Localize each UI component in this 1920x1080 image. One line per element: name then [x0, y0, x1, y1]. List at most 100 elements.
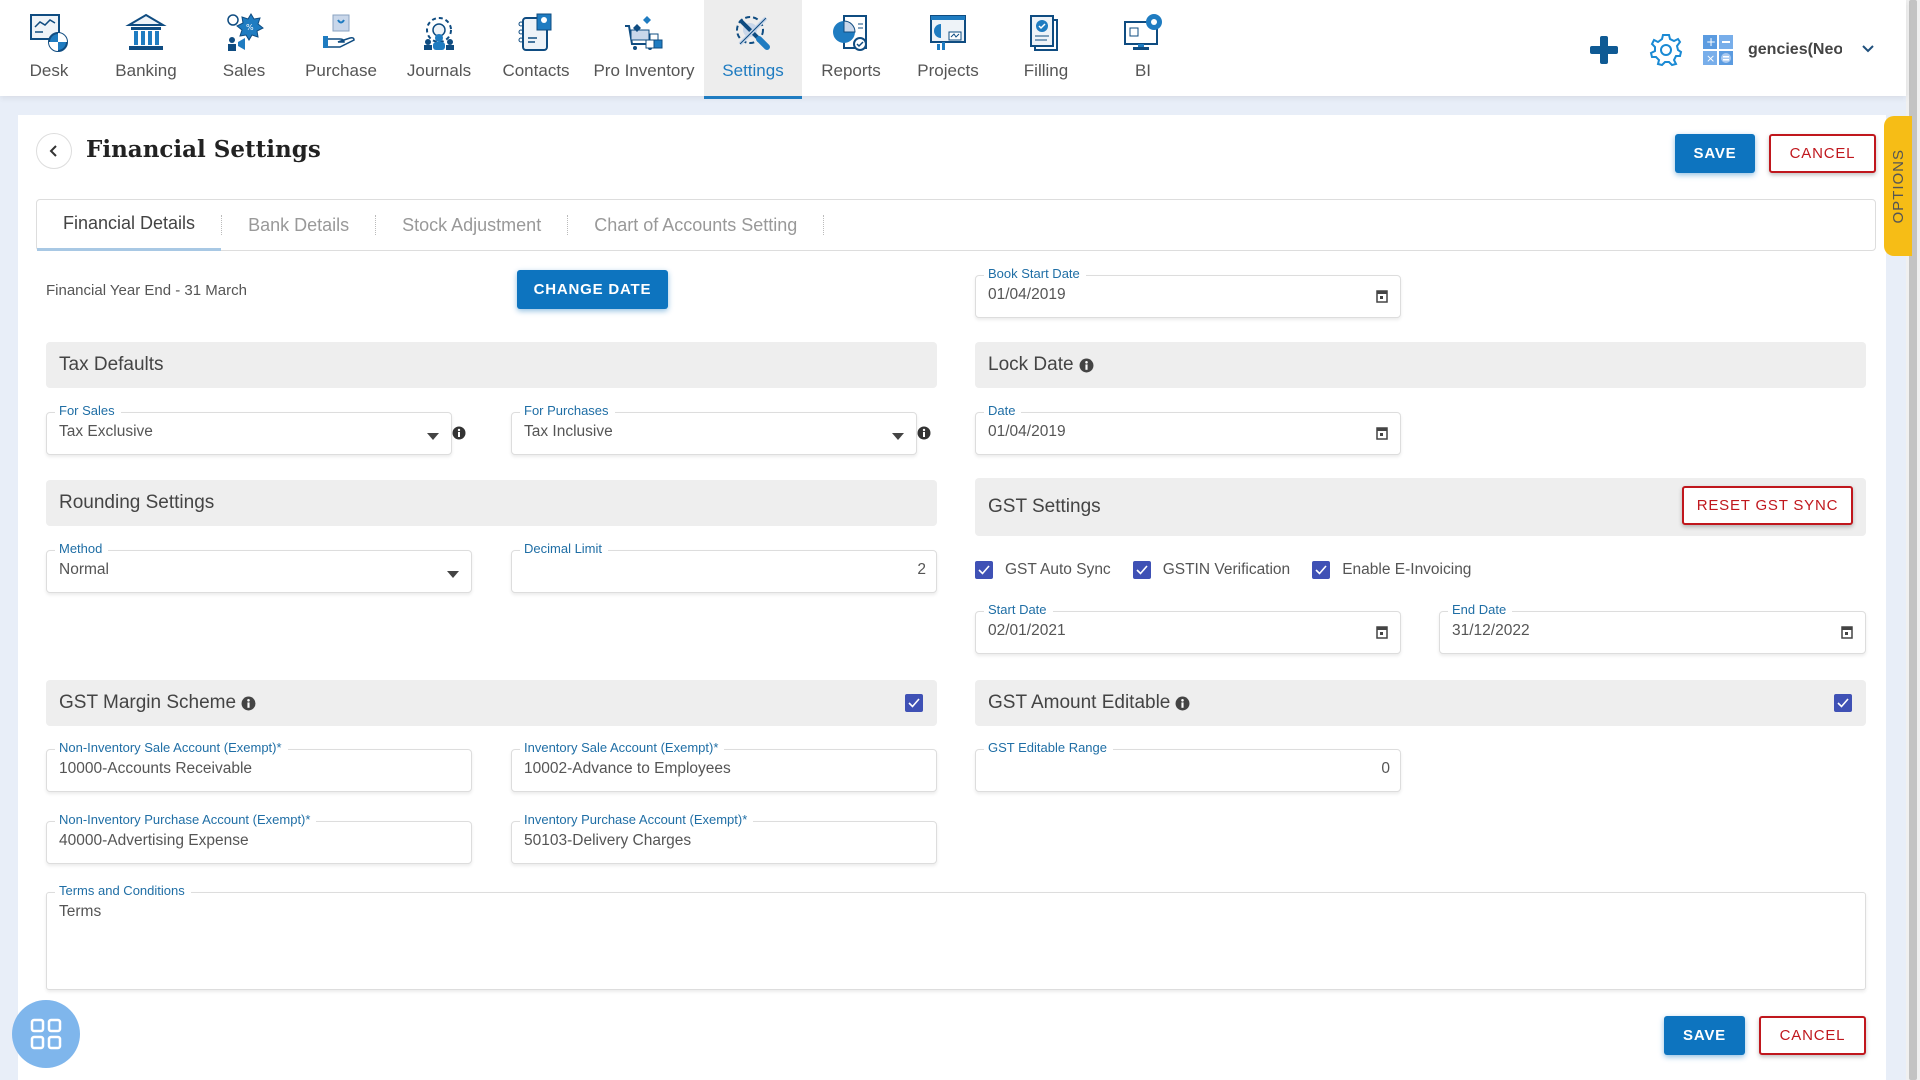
- chevron-down-icon[interactable]: [1858, 41, 1878, 59]
- reset-gst-sync-button[interactable]: RESET GST SYNC: [1682, 486, 1853, 525]
- tab-bank-details[interactable]: Bank Details: [222, 199, 375, 251]
- cancel-button-top[interactable]: CANCEL: [1769, 134, 1876, 173]
- save-button-top[interactable]: SAVE: [1675, 134, 1755, 173]
- for-purchases-select[interactable]: For Purchases Tax Inclusive: [511, 403, 917, 455]
- save-button-bottom[interactable]: SAVE: [1664, 1016, 1745, 1055]
- gstin-verification-checkbox[interactable]: [1132, 561, 1151, 579]
- nav-label: Banking: [115, 61, 177, 80]
- nav-item-filling[interactable]: Filling: [997, 0, 1095, 99]
- nav-label: Desk: [29, 61, 69, 80]
- svg-text:+: +: [1706, 35, 1716, 49]
- decimal-limit-field[interactable]: Decimal Limit 2: [511, 541, 937, 593]
- reports-icon: [828, 10, 874, 56]
- tab-stock-adjustment[interactable]: Stock Adjustment: [376, 199, 567, 251]
- info-icon[interactable]: [241, 696, 256, 711]
- rounding-method-select[interactable]: Method Normal: [46, 541, 472, 593]
- terms-and-conditions-textarea[interactable]: Terms and Conditions Terms: [46, 883, 1866, 990]
- nav-item-banking[interactable]: Banking: [97, 0, 195, 99]
- settings-icon: [730, 10, 776, 56]
- calendar-icon[interactable]: [1376, 289, 1388, 308]
- tax-defaults-title: Tax Defaults: [59, 354, 164, 375]
- nav-item-sales[interactable]: % Sales: [195, 0, 293, 99]
- tab-financial-details[interactable]: Financial Details: [37, 199, 222, 251]
- book-start-date-field[interactable]: Book Start Date 01/04/2019: [975, 266, 1401, 318]
- for-sales-value: Tax Exclusive: [59, 423, 153, 440]
- tab-chart-of-accounts-setting[interactable]: Chart of Accounts Setting: [568, 199, 823, 251]
- dropdown-caret-icon[interactable]: [892, 428, 904, 446]
- tax-defaults-header: Tax Defaults: [46, 342, 937, 388]
- start-date-value: 02/01/2021: [988, 622, 1066, 639]
- cancel-button-bottom[interactable]: CANCEL: [1759, 1016, 1866, 1055]
- nav-label: Contacts: [502, 61, 570, 80]
- inventory-purchase-account-value: 50103-Delivery Charges: [524, 832, 692, 849]
- app-launcher-button[interactable]: [12, 1000, 80, 1068]
- lock-date-header: Lock Date: [975, 342, 1866, 388]
- rounding-settings-header: Rounding Settings: [46, 480, 937, 526]
- nav-item-journals[interactable]: Journals: [390, 0, 488, 99]
- gear-icon[interactable]: [1646, 30, 1686, 70]
- back-button[interactable]: [36, 133, 72, 169]
- info-icon[interactable]: [452, 426, 466, 445]
- nav-label: Projects: [917, 61, 979, 80]
- calendar-icon[interactable]: [1376, 426, 1388, 445]
- calculator-icon[interactable]: + ×: [1698, 30, 1738, 70]
- company-name[interactable]: gencies(Neo l: [1748, 41, 1842, 59]
- gst-settings-title: GST Settings: [988, 496, 1101, 517]
- top-right-actions: + × gencies(Neo l: [1584, 24, 1906, 76]
- dropdown-caret-icon[interactable]: [447, 566, 459, 584]
- chevron-left-icon: [49, 145, 57, 157]
- gst-amount-editable-title: GST Amount Editable: [988, 692, 1171, 713]
- options-tab[interactable]: OPTIONS: [1884, 116, 1912, 256]
- nav-item-desk[interactable]: Desk: [0, 0, 98, 99]
- nav-label: Reports: [821, 61, 881, 80]
- nav-item-projects[interactable]: Projects: [899, 0, 997, 99]
- gst-auto-sync-label: GST Auto Sync: [1005, 561, 1111, 578]
- financial-year-end-text: Financial Year End - 31 March: [46, 282, 247, 299]
- inventory-sale-account-field[interactable]: Inventory Sale Account (Exempt)* 10002-A…: [511, 740, 937, 792]
- bi-icon: [1120, 10, 1166, 56]
- nav-item-bi[interactable]: BI: [1094, 0, 1192, 99]
- gst-start-date-field[interactable]: Start Date 02/01/2021: [975, 602, 1401, 654]
- non-inventory-purchase-account-field[interactable]: Non-Inventory Purchase Account (Exempt)*…: [46, 812, 472, 864]
- lock-date-field[interactable]: Date 01/04/2019: [975, 403, 1401, 455]
- non-inventory-sale-account-field[interactable]: Non-Inventory Sale Account (Exempt)* 100…: [46, 740, 472, 792]
- nav-label: Pro Inventory: [593, 61, 695, 80]
- decimal-limit-value: 2: [917, 561, 926, 578]
- calendar-icon[interactable]: [1841, 625, 1853, 644]
- inventory-sale-account-value: 10002-Advance to Employees: [524, 760, 731, 777]
- nav-item-settings[interactable]: Settings: [704, 0, 802, 99]
- non-inventory-sale-account-label: Non-Inventory Sale Account (Exempt)*: [55, 740, 288, 755]
- bank-icon: [123, 10, 169, 56]
- settings-tabs: Financial Details Bank Details Stock Adj…: [36, 199, 1876, 251]
- top-navigation: Desk Banking % Sales Purchase Journals C…: [0, 0, 1906, 99]
- gst-editable-range-field[interactable]: GST Editable Range 0: [975, 740, 1401, 792]
- lock-date-title: Lock Date: [988, 354, 1074, 375]
- info-icon[interactable]: [1079, 358, 1094, 373]
- gst-editable-range-label: GST Editable Range: [984, 740, 1113, 755]
- inventory-purchase-account-field[interactable]: Inventory Purchase Account (Exempt)* 501…: [511, 812, 937, 864]
- add-icon[interactable]: [1584, 30, 1624, 70]
- dropdown-caret-icon[interactable]: [427, 428, 439, 446]
- filling-icon: [1023, 10, 1069, 56]
- for-sales-select[interactable]: For Sales Tax Exclusive: [46, 403, 452, 455]
- info-icon[interactable]: [917, 426, 931, 445]
- nav-item-purchase[interactable]: Purchase: [292, 0, 390, 99]
- gst-margin-scheme-checkbox[interactable]: [905, 694, 923, 712]
- nav-item-reports[interactable]: Reports: [802, 0, 900, 99]
- inventory-sale-account-label: Inventory Sale Account (Exempt)*: [520, 740, 725, 755]
- gst-amount-editable-checkbox[interactable]: [1834, 694, 1852, 712]
- change-date-button[interactable]: CHANGE DATE: [517, 270, 668, 309]
- gst-margin-scheme-title: GST Margin Scheme: [59, 692, 237, 713]
- enable-e-invoicing-label: Enable E-Invoicing: [1342, 561, 1472, 578]
- gst-end-date-field[interactable]: End Date 31/12/2022: [1439, 602, 1866, 654]
- journals-icon: [416, 10, 462, 56]
- options-label: OPTIONS: [1889, 148, 1907, 224]
- nav-label: Journals: [406, 61, 472, 80]
- sales-icon: %: [221, 10, 267, 56]
- info-icon[interactable]: [1175, 696, 1190, 711]
- nav-item-pro-inventory[interactable]: Pro Inventory: [584, 0, 704, 99]
- enable-e-invoicing-checkbox[interactable]: [1312, 561, 1331, 579]
- nav-item-contacts[interactable]: Contacts: [487, 0, 585, 99]
- gst-auto-sync-checkbox[interactable]: [975, 561, 993, 579]
- calendar-icon[interactable]: [1376, 625, 1388, 644]
